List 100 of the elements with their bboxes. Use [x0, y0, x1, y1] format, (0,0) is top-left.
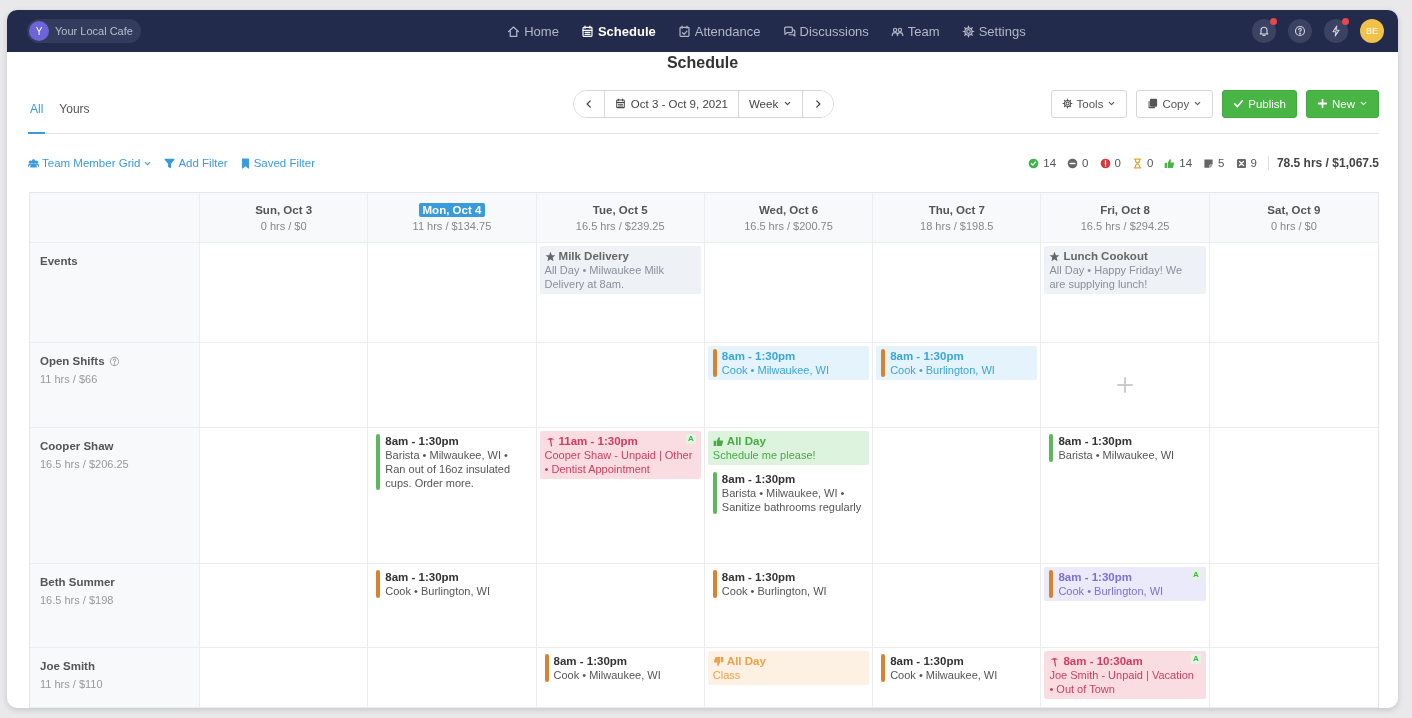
- copy-button[interactable]: Copy: [1136, 89, 1214, 118]
- day-summary: 18 hrs / $198.5: [920, 220, 994, 232]
- entry-detail: Cook • Milwaukee, WI: [553, 668, 662, 682]
- nav-item[interactable]: Schedule: [578, 19, 658, 43]
- event-card[interactable]: Milk Delivery All Day • Milwaukee Milk Delivery at 8am.: [539, 246, 701, 294]
- filter-icon: [164, 157, 176, 169]
- entry-title: 8am - 1:30pm: [890, 349, 964, 363]
- note-icon: [1203, 157, 1215, 169]
- day-summary: 16.5 hrs / $294.25: [1080, 220, 1170, 232]
- stat-count: 5: [1218, 157, 1225, 169]
- row-summary: 16.5 hrs / $206.25: [40, 458, 130, 470]
- notifications-button[interactable]: [1252, 19, 1276, 43]
- row-summary: 11 hrs / $110: [40, 678, 104, 690]
- entry-detail: Schedule me please!: [712, 448, 817, 462]
- entry-title: 8am - 1:30pm: [721, 570, 796, 584]
- x-box-icon: [1235, 157, 1247, 169]
- entry-title: 8am - 1:30pm: [1058, 570, 1132, 584]
- entry-title: 8am - 1:30pm: [385, 434, 459, 448]
- day-summary: 16.5 hrs / $200.75: [744, 220, 833, 232]
- people-icon: [28, 157, 39, 169]
- time-off-card[interactable]: 11am - 1:30pm Cooper Shaw - Unpaid | Other • Dentist Appointment A: [539, 431, 701, 479]
- tools-button[interactable]: Tools: [1050, 89, 1128, 118]
- workspace-switcher[interactable]: Y Your Local Cafe: [27, 19, 141, 43]
- minus-circle-icon: [1067, 157, 1079, 169]
- row-summary: 16.5 hrs / $198: [40, 594, 115, 606]
- nav-item[interactable]: Team: [888, 19, 942, 43]
- chat-icon: [782, 24, 796, 38]
- day-summary: 0 hrs / $0: [1270, 220, 1317, 232]
- day-label: Wed, Oct 6: [757, 203, 820, 217]
- day-label: Sun, Oct 3: [254, 203, 314, 217]
- entry-title: 8am - 1:30pm: [1058, 434, 1132, 448]
- stat-count: 14: [1043, 157, 1057, 169]
- entry-title: All Day: [726, 654, 766, 668]
- page-title: Schedule: [665, 53, 740, 73]
- entry-title: 8am - 1:30pm: [721, 349, 796, 363]
- entry-detail: All Day • Milwaukee Milk Delivery at 8am.: [544, 263, 665, 291]
- calendar-icon: [580, 24, 594, 38]
- event-card[interactable]: Lunch Cookout All Day • Happy Friday! We are supplying lunch!: [1044, 246, 1206, 294]
- entry-detail: Cook • Burlington, WI: [1058, 584, 1165, 598]
- entry-title: Lunch Cookout: [1063, 249, 1148, 263]
- entry-title: 11am - 1:30pm: [558, 434, 638, 448]
- time-off-card[interactable]: 8am - 10:30am Joe Smith - Unpaid | Vacation • Out of Town A: [1044, 651, 1206, 699]
- row-label: Joe Smith: [40, 660, 95, 672]
- entry-detail: Barista • Milwaukee, WI • Sanitize bathrooms regularly: [721, 486, 863, 514]
- entry-detail: Cook • Burlington, WI: [890, 363, 996, 377]
- calendar-icon: [614, 98, 626, 109]
- day-summary: 0 hrs / $0: [260, 220, 307, 232]
- gear-icon: [961, 24, 975, 38]
- entry-detail: Class: [712, 668, 742, 682]
- check-circle-icon: [1028, 157, 1040, 169]
- approved-badge: A: [1190, 654, 1201, 664]
- nav-item[interactable]: Discussions: [780, 19, 871, 43]
- entry-detail: Cook • Burlington, WI: [385, 584, 491, 598]
- row-label: Cooper Shaw: [40, 440, 114, 452]
- nav-item[interactable]: Attendance: [675, 19, 763, 43]
- row-label: Events: [40, 255, 78, 267]
- shift-card[interactable]: 8am - 1:30pm Cook • Burlington, WI A: [1044, 567, 1206, 601]
- entry-detail: Cooper Shaw - Unpaid | Other • Dentist Appointment: [544, 448, 694, 476]
- star-icon: [544, 250, 556, 262]
- nav-item[interactable]: Home: [505, 19, 561, 43]
- entry-title: Milk Delivery: [558, 249, 629, 263]
- calendar-check-icon: [677, 24, 691, 38]
- day-summary: 11 hrs / $134.75: [412, 220, 492, 232]
- day-label: Tue, Oct 5: [591, 203, 649, 217]
- day-label: Mon, Oct 4: [418, 203, 486, 217]
- stat-count: 0: [1114, 157, 1121, 169]
- caret-icon: [783, 99, 793, 108]
- entry-title: 8am - 1:30pm: [553, 654, 628, 668]
- activity-button[interactable]: [1324, 19, 1348, 43]
- beach-umbrella-icon: [544, 435, 556, 447]
- copy-icon: [1147, 98, 1159, 109]
- bolt-icon: [1330, 25, 1342, 37]
- hourglass-icon: [1131, 157, 1143, 169]
- entry-detail: Cook • Milwaukee, WI: [890, 668, 999, 682]
- entry-title: 8am - 10:30am: [1063, 654, 1143, 668]
- thumbs-down-icon: [712, 655, 724, 667]
- nav-item[interactable]: Settings: [959, 19, 1028, 43]
- bell-icon: [1258, 25, 1270, 37]
- entry-detail: All Day • Happy Friday! We are supplying lunch!: [1049, 263, 1184, 291]
- approved-badge: A: [686, 434, 696, 444]
- day-label: Fri, Oct 8: [1099, 203, 1151, 217]
- stat-count: 14: [1179, 157, 1193, 169]
- gear-icon: [1061, 98, 1073, 109]
- approved-badge: A: [1190, 570, 1201, 580]
- tab[interactable]: Yours: [57, 74, 92, 134]
- entry-detail: Joe Smith - Unpaid | Vacation • Out of Town: [1049, 668, 1195, 696]
- help-button[interactable]: [1288, 19, 1312, 43]
- entry-detail: Cook • Milwaukee, WI: [721, 363, 830, 377]
- workspace-avatar: Y: [29, 21, 49, 41]
- beach-umbrella-icon: [1049, 655, 1061, 667]
- plus-icon: [1317, 98, 1328, 109]
- stat-count: 9: [1250, 157, 1257, 169]
- plus-icon: [1117, 377, 1134, 393]
- entry-detail: Barista • Milwaukee, WI: [1058, 448, 1176, 462]
- stat-count: 0: [1146, 157, 1154, 169]
- day-label: Thu, Oct 7: [927, 203, 986, 217]
- stat-count: 0: [1082, 157, 1089, 169]
- entry-title: 8am - 1:30pm: [385, 570, 459, 584]
- day-summary: 16.5 hrs / $239.25: [575, 220, 665, 232]
- row-summary: 11 hrs / $66: [40, 373, 99, 385]
